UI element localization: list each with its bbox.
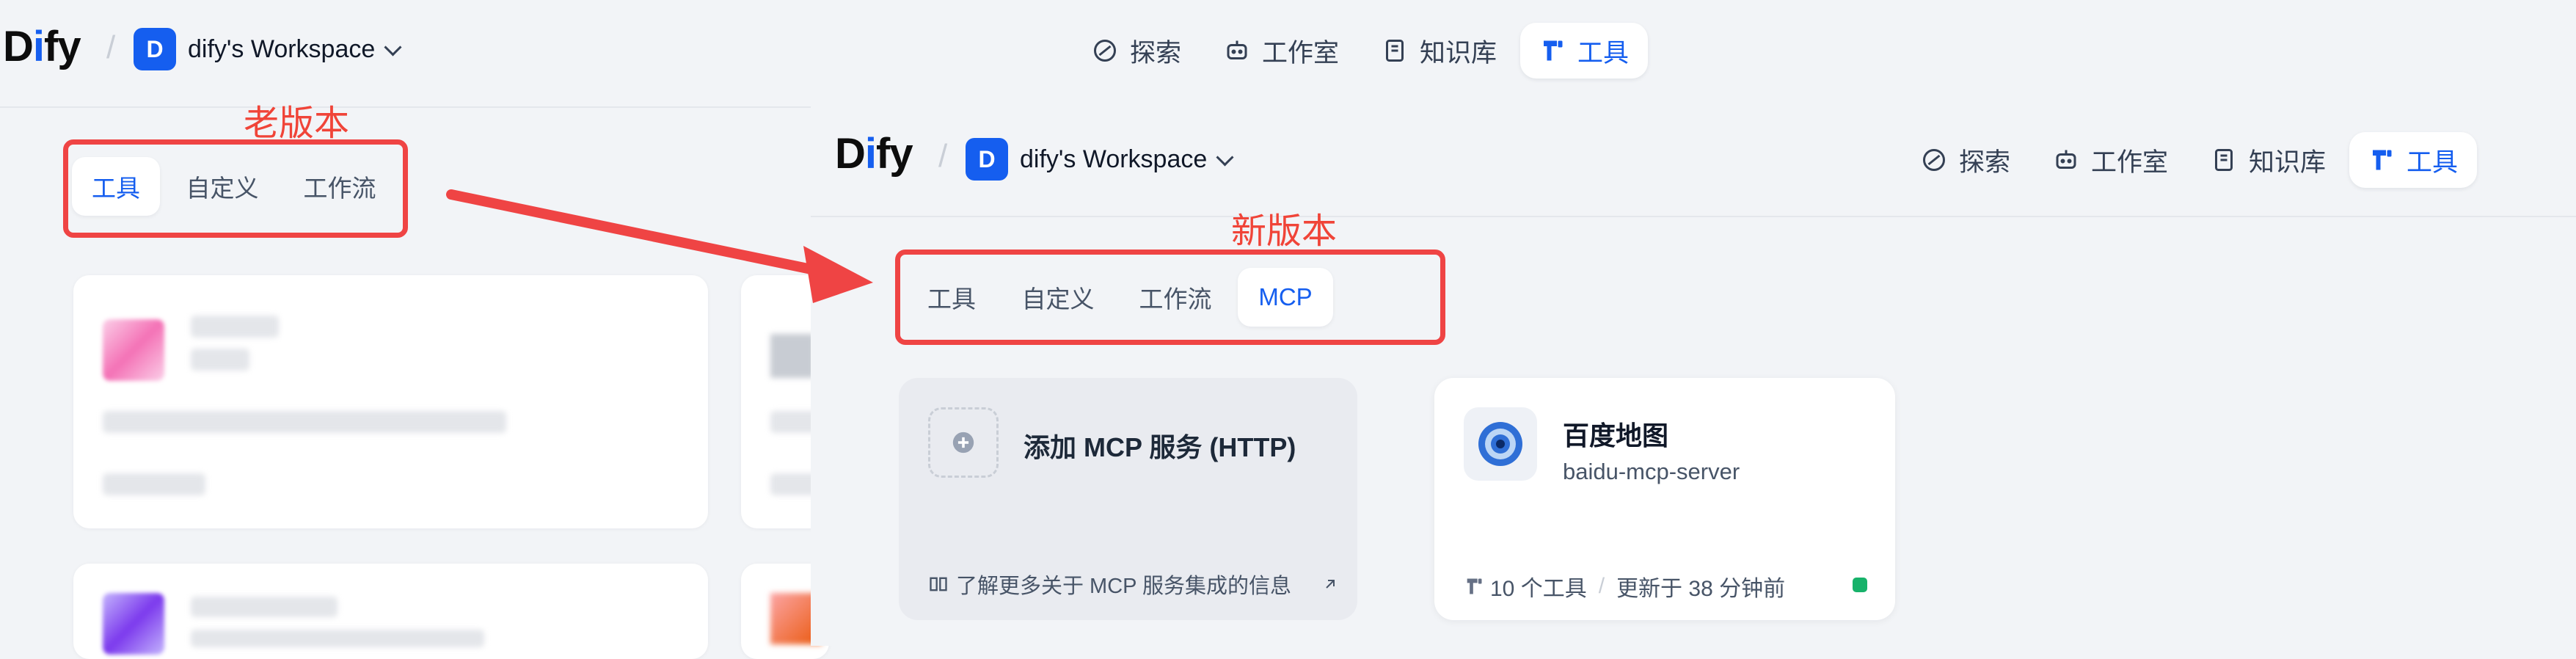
workspace-avatar: D [134,28,176,70]
robot-icon [2056,150,2076,169]
server-id: baidu-mcp-server [1563,459,1740,484]
main-nav: 探索 工作室 知识库 工具 [1073,23,1649,79]
nav-label: 工作室 [1262,38,1340,68]
tools-icon [1544,40,1563,61]
blurred-text [191,630,484,647]
new-tab-bar: 工具 自定义 工作流 MCP [908,268,1333,327]
status-indicator [1853,578,1867,592]
tool-thumbnail [103,319,164,381]
blurred-text [103,473,205,495]
tool-card-placeholder[interactable] [73,564,708,659]
arrow-up-right-icon [1326,580,1335,589]
baidu-map-logo-icon [1478,422,1522,466]
nav-label: 知识库 [2249,148,2327,177]
breadcrumb-separator: / [938,138,948,174]
tool-card-placeholder[interactable] [73,275,708,528]
book-icon [2215,149,2233,171]
blurred-text [103,411,506,433]
workspace-selector[interactable]: D dify's Workspace [134,28,402,70]
tab-workflow[interactable]: 工作流 [285,157,395,216]
server-icon-box [1464,407,1537,481]
chevron-down-icon [1216,148,1234,167]
main-nav: 探索 工作室 知识库 工具 [1902,132,2478,188]
workspace-avatar: D [966,138,1008,181]
blurred-text [191,597,337,617]
blurred-text [191,316,279,338]
tool-count: 10 个工具 [1490,577,1587,601]
nav-label: 探索 [1130,38,1182,68]
header-divider [811,216,2576,217]
workspace-selector[interactable]: D dify's Workspace [966,138,1234,181]
workspace-name: dify's Workspace [188,34,376,63]
add-icon-box [928,407,999,478]
old-version-annotation: 老版本 [244,104,350,143]
meta-separator: / [1598,574,1605,598]
dify-logo[interactable]: Dify [3,22,81,71]
nav-knowledge[interactable]: 知识库 [1362,23,1516,79]
robot-icon [1227,40,1247,59]
breadcrumb-separator: / [106,29,116,65]
add-mcp-card[interactable]: 添加 MCP 服务 (HTTP) 了解更多关于 MCP 服务集成的信息 [899,378,1357,620]
tab-workflow[interactable]: 工作流 [1120,268,1230,327]
server-meta: 10 个工具 / 更新于 38 分钟前 [1464,570,1785,602]
nav-tools[interactable]: 工具 [1520,23,1649,79]
nav-studio[interactable]: 工作室 [2034,132,2187,188]
tools-icon [2373,150,2392,170]
book-icon [1386,40,1404,62]
explore-icon [1923,149,1945,171]
blurred-text [191,349,249,371]
learn-more-text: 了解更多关于 MCP 服务集成的信息 [956,575,1292,598]
book-open-icon [930,577,947,591]
mcp-learn-more-link[interactable]: 了解更多关于 MCP 服务集成的信息 [928,569,1339,600]
header-divider [0,106,811,108]
nav-studio[interactable]: 工作室 [1205,23,1358,79]
server-name: 百度地图 [1563,420,1669,451]
dify-logo[interactable]: Dify [835,129,913,178]
tools-icon [1467,578,1482,594]
nav-label: 工作室 [2091,148,2169,177]
nav-label: 探索 [1959,148,2011,177]
tab-mcp[interactable]: MCP [1238,268,1333,327]
updated-time: 更新于 38 分钟前 [1616,577,1786,601]
nav-tools[interactable]: 工具 [2349,132,2478,188]
mcp-server-card[interactable]: 百度地图 baidu-mcp-server 10 个工具 / 更新于 38 分钟… [1434,378,1895,620]
nav-label: 工具 [1577,38,1630,68]
workspace-name: dify's Workspace [1020,145,1208,173]
nav-label: 知识库 [1420,38,1497,68]
new-version-screenshot: Dify / D dify's Workspace 探索 工作室 知识库 工具 … [811,110,2576,646]
tool-thumbnail [103,593,164,655]
explore-icon [1094,40,1116,62]
tab-tools[interactable]: 工具 [72,157,160,216]
nav-explore[interactable]: 探索 [1902,132,2029,188]
tab-custom[interactable]: 自定义 [1003,268,1113,327]
chevron-down-icon [384,37,402,57]
add-mcp-title: 添加 MCP 服务 (HTTP) [1024,432,1296,462]
new-version-annotation: 新版本 [1231,212,1338,251]
tool-thumbnail [770,334,814,378]
nav-knowledge[interactable]: 知识库 [2192,132,2345,188]
nav-explore[interactable]: 探索 [1073,23,1200,79]
nav-label: 工具 [2407,148,2459,177]
tab-custom[interactable]: 自定义 [167,157,277,216]
tab-tools[interactable]: 工具 [908,268,996,327]
old-tab-bar: 工具 自定义 工作流 [72,157,395,216]
plus-circle-icon [952,432,974,454]
